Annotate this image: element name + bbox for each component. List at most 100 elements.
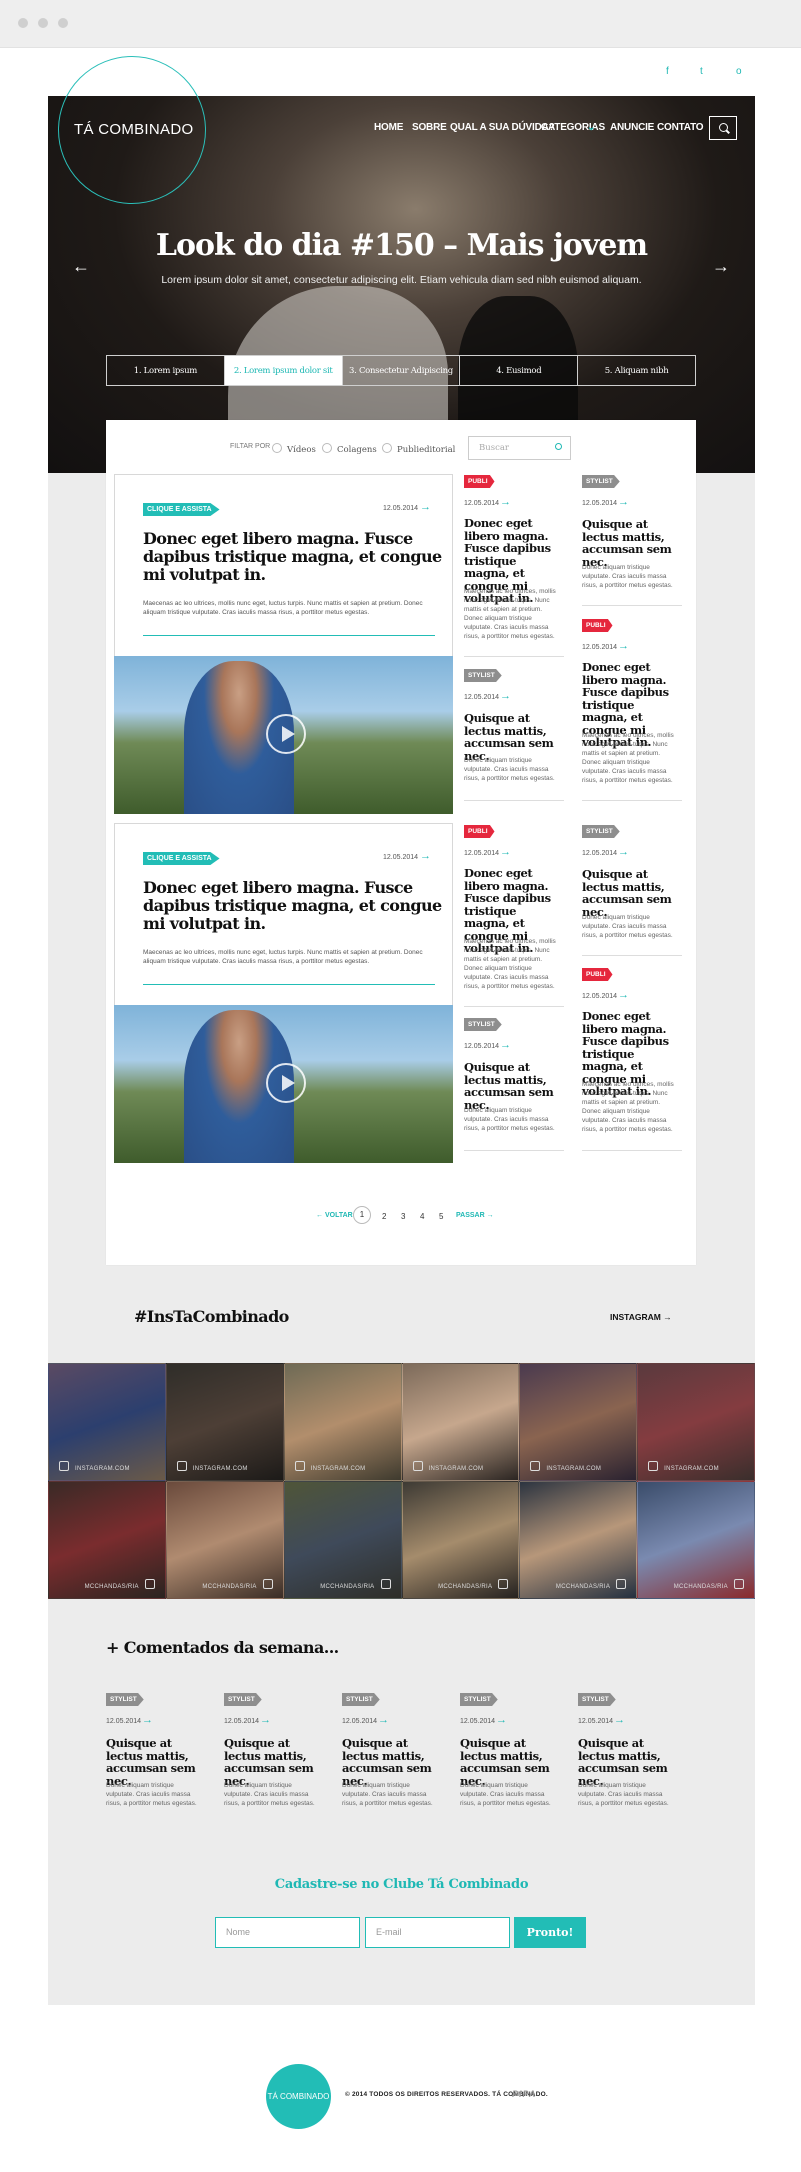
- instagram-handle: MCCHANDAS/RIA: [85, 1579, 155, 1590]
- instagram-link[interactable]: INSTAGRAM →: [610, 1312, 672, 1322]
- post-text: Donec aliquam tristique vulputate. Cras …: [342, 1782, 433, 1807]
- hero-title: Look do dia #150 – Mais jovem: [155, 228, 648, 263]
- arrow-right-icon[interactable]: →: [500, 1039, 511, 1051]
- arrow-right-icon[interactable]: →: [420, 850, 431, 862]
- featured-card[interactable]: CLIQUE E ASSISTA 12.05.2014 → Donec eget…: [114, 823, 453, 1006]
- card-title[interactable]: Donec eget libero magna. Fusce dapibus t…: [143, 879, 443, 933]
- hero-tab[interactable]: 5. Aliquam nibh: [578, 356, 695, 385]
- search-placeholder: Buscar: [479, 443, 509, 453]
- filter-publieditorial-radio[interactable]: Publieditorial: [382, 443, 455, 455]
- instagram-icon[interactable]: o: [736, 66, 742, 77]
- post-title[interactable]: Quisque at lectus mattis, accumsan sem n…: [224, 1737, 324, 1787]
- post-date: 12.05.2014: [582, 993, 618, 1000]
- post-title[interactable]: Quisque at lectus mattis, accumsan sem n…: [460, 1737, 560, 1787]
- instagram-photo[interactable]: INSTAGRAM.COM: [48, 1363, 166, 1481]
- post-text: Donec aliquam tristique vulputate. Cras …: [460, 1782, 551, 1807]
- chevron-down-icon: ⌄: [587, 122, 596, 133]
- instagram-photo[interactable]: MCCHANDAS/RIA: [401, 1481, 520, 1599]
- play-icon[interactable]: [266, 714, 306, 754]
- filter-videos-radio[interactable]: Vídeos: [272, 443, 316, 455]
- post-title[interactable]: Quisque at lectus mattis, accumsan sem n…: [464, 1061, 564, 1111]
- email-field[interactable]: E-mail: [365, 1917, 510, 1948]
- arrow-right-icon[interactable]: →: [618, 640, 629, 652]
- card-title[interactable]: Donec eget libero magna. Fusce dapibus t…: [143, 530, 443, 584]
- tag-stylist: STYLIST: [464, 669, 502, 682]
- name-field[interactable]: Nome: [215, 1917, 360, 1948]
- hero-tab[interactable]: 3. Consectetur Adipiscing: [343, 356, 461, 385]
- search-button[interactable]: [709, 116, 737, 140]
- hero-tab[interactable]: 4. Eusimod: [460, 356, 579, 385]
- nav-home[interactable]: HOME: [374, 122, 403, 133]
- arrow-right-icon[interactable]: →: [378, 1714, 389, 1726]
- page-4[interactable]: 4: [420, 1212, 424, 1221]
- arrow-right-icon[interactable]: →: [500, 846, 511, 858]
- video-thumbnail[interactable]: [114, 656, 453, 814]
- search-input[interactable]: Buscar: [468, 436, 571, 460]
- post-date: 12.05.2014: [582, 850, 618, 857]
- instagram-photo[interactable]: MCCHANDAS/RIA: [637, 1481, 755, 1599]
- instagram-photo[interactable]: INSTAGRAM.COM: [283, 1363, 402, 1481]
- post-title[interactable]: Quisque at lectus mattis, accumsan sem n…: [582, 518, 682, 568]
- arrow-right-icon[interactable]: →: [618, 496, 629, 508]
- filter-colagens-radio[interactable]: Colagens: [322, 443, 377, 455]
- arrow-right-icon[interactable]: →: [420, 501, 431, 513]
- footer-credit[interactable]: PIPA: [512, 2089, 536, 2099]
- arrow-right-icon[interactable]: →: [500, 690, 511, 702]
- instagram-handle: INSTAGRAM.COM: [530, 1461, 601, 1472]
- facebook-icon[interactable]: f: [666, 66, 669, 77]
- arrow-right-icon[interactable]: →: [618, 989, 629, 1001]
- post-title[interactable]: Quisque at lectus mattis, accumsan sem n…: [464, 712, 564, 762]
- nav-sobre[interactable]: SOBRE: [412, 122, 447, 133]
- window-dot-icon: [58, 18, 68, 28]
- post-date: 12.05.2014: [464, 500, 500, 507]
- video-thumbnail[interactable]: [114, 1005, 453, 1163]
- submit-button[interactable]: Pronto!: [514, 1917, 586, 1948]
- arrow-right-icon[interactable]: →: [614, 1714, 625, 1726]
- pagination-prev[interactable]: ← VOLTAR: [316, 1212, 353, 1219]
- hero-tab-active[interactable]: 2. Lorem ipsum dolor sit: [224, 356, 343, 385]
- page-1[interactable]: 1: [353, 1206, 371, 1224]
- post-date: 12.05.2014: [464, 850, 500, 857]
- instagram-photo[interactable]: MCCHANDAS/RIA: [48, 1481, 166, 1599]
- post-text: Donec aliquam tristique vulputate. Cras …: [582, 564, 673, 589]
- post-date: 12.05.2014: [342, 1718, 378, 1725]
- instagram-photo[interactable]: MCCHANDAS/RIA: [519, 1481, 638, 1599]
- nav-qual-a-sua-duvida[interactable]: QUAL A SUA DÚVIDA?: [450, 122, 555, 133]
- post-title[interactable]: Quisque at lectus mattis, accumsan sem n…: [106, 1737, 206, 1787]
- arrow-right-icon[interactable]: →: [260, 1714, 271, 1726]
- post-title[interactable]: Quisque at lectus mattis, accumsan sem n…: [342, 1737, 442, 1787]
- logo[interactable]: TÁ COMBINADO: [74, 121, 193, 138]
- nav-categorias[interactable]: CATEGORIAS: [541, 122, 605, 133]
- instagram-photo[interactable]: INSTAGRAM.COM: [401, 1363, 520, 1481]
- page-3[interactable]: 3: [401, 1212, 405, 1221]
- instagram-photo[interactable]: MCCHANDAS/RIA: [283, 1481, 402, 1599]
- divider: [464, 1006, 564, 1007]
- post-title[interactable]: Quisque at lectus mattis, accumsan sem n…: [578, 1737, 678, 1787]
- instagram-photo[interactable]: INSTAGRAM.COM: [165, 1363, 284, 1481]
- play-icon[interactable]: [266, 1063, 306, 1103]
- pagination-next[interactable]: PASSAR →: [456, 1212, 494, 1219]
- nav-contato[interactable]: CONTATO: [657, 122, 704, 133]
- instagram-photo[interactable]: MCCHANDAS/RIA: [165, 1481, 284, 1599]
- arrow-right-icon[interactable]: →: [618, 846, 629, 858]
- post-text: Donec aliquam tristique vulputate. Cras …: [578, 1782, 669, 1807]
- instagram-photo[interactable]: INSTAGRAM.COM: [519, 1363, 638, 1481]
- footer-logo[interactable]: TÁ COMBINADO: [266, 2064, 331, 2129]
- nav-anuncie[interactable]: ANUNCIE: [610, 122, 654, 133]
- hero-tab[interactable]: 1. Lorem ipsum: [107, 356, 225, 385]
- divider: [143, 635, 435, 636]
- page-5[interactable]: 5: [439, 1212, 443, 1221]
- page-2[interactable]: 2: [382, 1212, 386, 1221]
- instagram-handle: INSTAGRAM.COM: [648, 1461, 719, 1472]
- arrow-right-icon[interactable]: →: [142, 1714, 153, 1726]
- instagram-photo[interactable]: INSTAGRAM.COM: [637, 1363, 755, 1481]
- arrow-right-icon[interactable]: →: [500, 496, 511, 508]
- instagram-handle: MCCHANDAS/RIA: [674, 1579, 744, 1590]
- twitter-icon[interactable]: t: [700, 66, 703, 77]
- arrow-right-icon[interactable]: →: [496, 1714, 507, 1726]
- featured-card[interactable]: CLIQUE E ASSISTA 12.05.2014 → Donec eget…: [114, 474, 453, 657]
- post-date: 12.05.2014: [582, 644, 618, 651]
- tag-publi: PUBLI: [582, 968, 613, 981]
- window-dot-icon: [38, 18, 48, 28]
- post-title[interactable]: Quisque at lectus mattis, accumsan sem n…: [582, 868, 682, 918]
